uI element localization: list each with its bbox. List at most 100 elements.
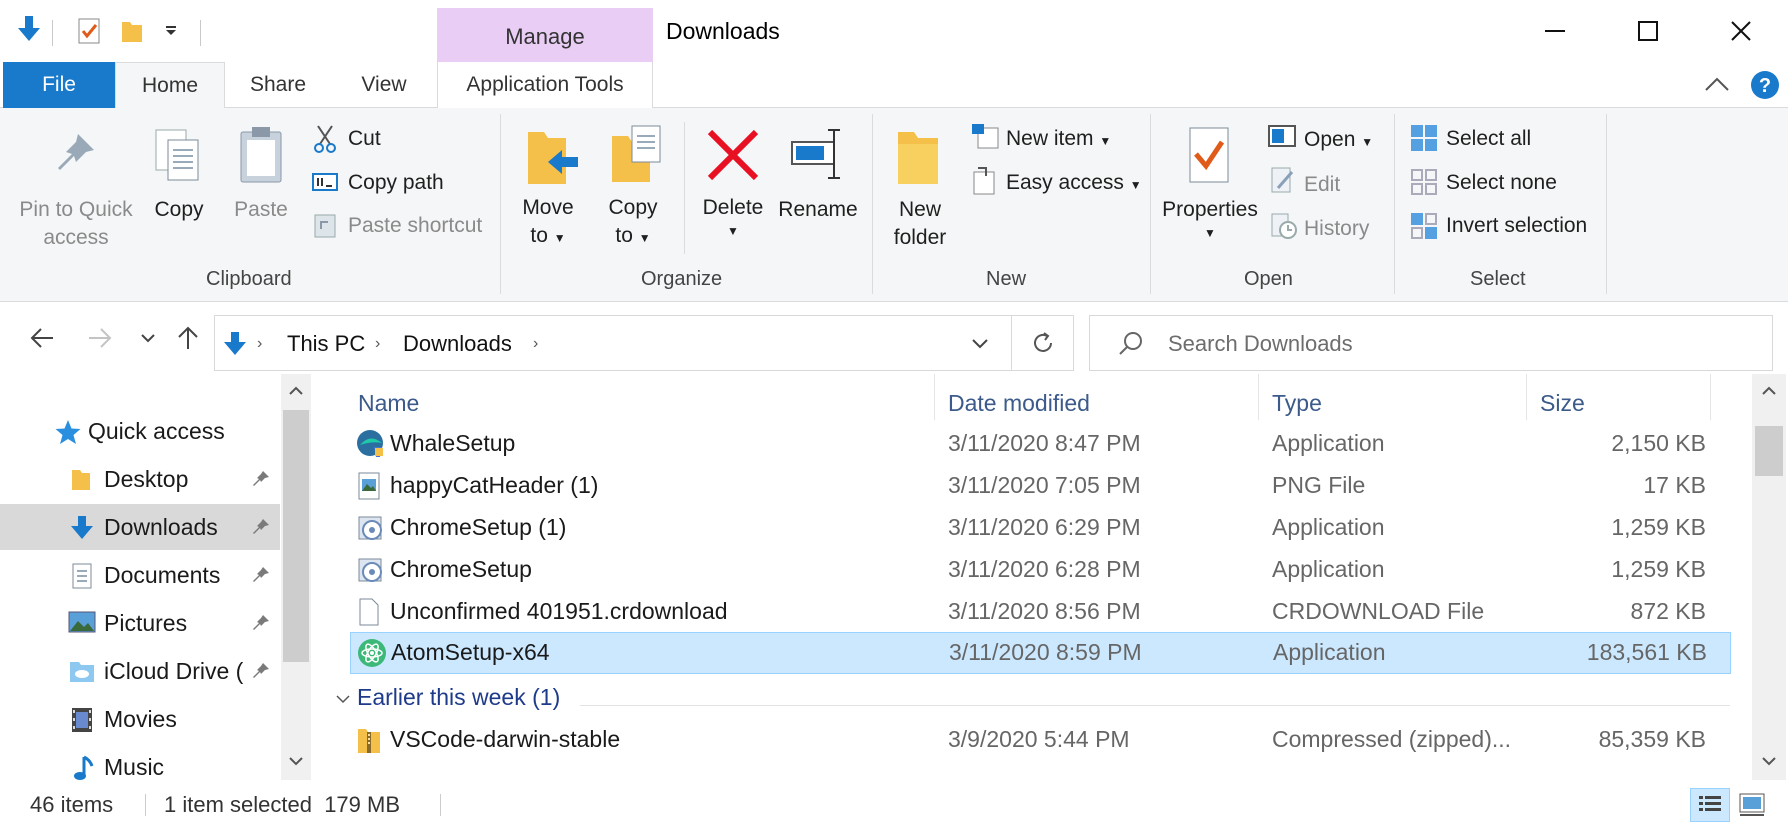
file-name: ChromeSetup	[390, 556, 532, 582]
pin-to-quick-access-button[interactable]: Pin to Quick access	[12, 198, 140, 250]
maximize-button[interactable]	[1601, 0, 1694, 62]
easy-access-icon	[972, 166, 998, 196]
tab-share[interactable]: Share	[232, 62, 324, 108]
collapse-ribbon-chevron-icon[interactable]	[1704, 76, 1730, 92]
invert-selection-icon	[1410, 212, 1438, 240]
scrollbar-thumb[interactable]	[283, 410, 309, 662]
table-row[interactable]: Unconfirmed 401951.crdownload 3/11/2020 …	[350, 592, 1731, 632]
sidebar-item-desktop[interactable]: Desktop	[0, 456, 280, 502]
navigation-pane: Quick access Desktop Downloads Documents…	[0, 374, 310, 782]
collapse-group-chevron-icon[interactable]	[335, 694, 351, 704]
download-arrow-icon[interactable]	[16, 14, 42, 44]
scrollbar-thumb[interactable]	[1755, 426, 1783, 476]
delete-button[interactable]: Delete ▼	[694, 196, 772, 238]
table-row[interactable]: ChromeSetup 3/11/2020 6:28 PM Applicatio…	[350, 550, 1731, 590]
table-row-selected[interactable]: AtomSetup-x64 3/11/2020 8:59 PM Applicat…	[350, 632, 1731, 674]
sidebar-item-pictures[interactable]: Pictures	[0, 600, 280, 646]
close-button[interactable]	[1694, 0, 1787, 62]
search-input[interactable]: Search Downloads	[1089, 315, 1773, 371]
tab-home[interactable]: Home	[115, 62, 225, 109]
tab-view[interactable]: View	[338, 62, 430, 108]
pin-icon[interactable]	[252, 614, 270, 632]
copy-button[interactable]: Copy	[146, 198, 212, 222]
file-name: happyCatHeader (1)	[390, 472, 599, 498]
details-view-icon[interactable]	[1690, 788, 1730, 822]
table-row[interactable]: ChromeSetup (1) 3/11/2020 6:29 PM Applic…	[350, 508, 1731, 548]
select-none-button[interactable]: Select none	[1446, 171, 1557, 195]
new-folder-button[interactable]: New folder	[884, 198, 956, 250]
pin-icon[interactable]	[252, 518, 270, 536]
select-all-icon	[1410, 124, 1438, 152]
invert-selection-button[interactable]: Invert selection	[1446, 214, 1587, 238]
pin-icon[interactable]	[252, 566, 270, 584]
refresh-icon[interactable]	[1031, 331, 1055, 355]
file-size: 85,359 KB	[1598, 726, 1706, 752]
scissors-icon	[312, 124, 338, 154]
window-title: Downloads	[666, 18, 780, 44]
column-header-size[interactable]: Size	[1540, 390, 1585, 417]
copy-path-button[interactable]: Copy path	[348, 171, 444, 195]
back-arrow-icon[interactable]	[24, 320, 60, 356]
properties-button[interactable]: Properties ▼	[1158, 198, 1262, 240]
scroll-up-chevron-icon[interactable]	[1761, 386, 1777, 396]
scroll-down-chevron-icon[interactable]	[1761, 756, 1777, 766]
large-icons-view-icon[interactable]	[1738, 792, 1766, 818]
sidebar-item-documents[interactable]: Documents	[0, 552, 280, 598]
easy-access-button[interactable]: Easy access ▼	[1006, 171, 1142, 195]
new-item-icon	[970, 122, 1000, 150]
installer-icon	[356, 555, 386, 585]
breadcrumb-downloads[interactable]: Downloads	[403, 331, 512, 357]
cut-button[interactable]: Cut	[348, 127, 381, 151]
breadcrumb-separator-icon[interactable]: ›	[257, 335, 262, 353]
breadcrumb-separator-icon[interactable]: ›	[375, 335, 380, 353]
recent-locations-chevron-icon[interactable]	[130, 320, 166, 356]
navigation-row: › This PC › Downloads › Search Downloads	[0, 302, 1788, 374]
column-header-type[interactable]: Type	[1272, 390, 1322, 417]
open-button[interactable]: Open ▼	[1304, 128, 1373, 152]
rename-button[interactable]: Rename	[774, 198, 862, 222]
sidebar-item-icloud-drive[interactable]: iCloud Drive (	[0, 648, 280, 694]
paste-shortcut-button[interactable]: Paste shortcut	[348, 214, 482, 238]
tab-file[interactable]: File	[3, 62, 115, 108]
sidebar-item-movies[interactable]: Movies	[0, 696, 280, 742]
column-header-date-modified[interactable]: Date modified	[948, 390, 1090, 417]
pin-icon[interactable]	[252, 662, 270, 680]
properties-checkmark-icon[interactable]	[78, 16, 102, 44]
file-type: CRDOWNLOAD File	[1272, 598, 1485, 624]
table-row[interactable]: VSCode-darwin-stable 3/9/2020 5:44 PM Co…	[350, 720, 1731, 760]
group-header-earlier-this-week[interactable]: Earlier this week (1)	[335, 684, 560, 711]
file-type: Application	[1272, 430, 1385, 456]
customize-toolbar-chevron-icon[interactable]	[164, 26, 178, 36]
up-arrow-icon[interactable]	[170, 320, 206, 356]
minimize-button[interactable]	[1508, 0, 1601, 62]
breadcrumb-this-pc[interactable]: This PC	[287, 331, 365, 357]
move-to-button[interactable]: Move to ▼	[512, 196, 584, 248]
sidebar-item-quick-access[interactable]: Quick access	[0, 408, 280, 454]
new-item-button[interactable]: New item ▼	[1006, 127, 1111, 151]
breadcrumb-separator-icon[interactable]: ›	[533, 335, 538, 353]
forward-arrow-icon[interactable]	[82, 320, 118, 356]
select-all-button[interactable]: Select all	[1446, 127, 1531, 151]
edit-button[interactable]: Edit	[1304, 173, 1340, 197]
table-row[interactable]: happyCatHeader (1) 3/11/2020 7:05 PM PNG…	[350, 466, 1731, 506]
status-bar: 46 items 1 item selected 179 MB	[0, 782, 1788, 828]
scroll-up-chevron-icon[interactable]	[288, 386, 304, 396]
table-row[interactable]: WhaleSetup 3/11/2020 8:47 PM Application…	[350, 424, 1731, 464]
group-header-label: Earlier this week (1)	[357, 684, 561, 710]
address-history-chevron-icon[interactable]	[971, 338, 989, 350]
tab-application-tools[interactable]: Application Tools	[437, 62, 653, 108]
help-icon[interactable]: ?	[1750, 70, 1780, 100]
history-button[interactable]: History	[1304, 217, 1369, 241]
new-folder-icon[interactable]	[120, 18, 144, 44]
navigation-pane-scrollbar[interactable]	[281, 374, 311, 780]
column-header-name[interactable]: Name	[358, 390, 419, 417]
copy-to-button[interactable]: Copy to ▼	[596, 196, 670, 248]
file-list-scrollbar[interactable]	[1752, 374, 1786, 780]
atom-app-icon	[357, 638, 387, 668]
sidebar-item-downloads[interactable]: Downloads	[0, 504, 280, 550]
paste-button[interactable]: Paste	[228, 198, 294, 222]
scroll-down-chevron-icon[interactable]	[288, 756, 304, 766]
chevron-down-icon: ▼	[638, 231, 651, 245]
pin-icon[interactable]	[252, 470, 270, 488]
address-bar[interactable]: › This PC › Downloads ›	[214, 315, 1074, 371]
